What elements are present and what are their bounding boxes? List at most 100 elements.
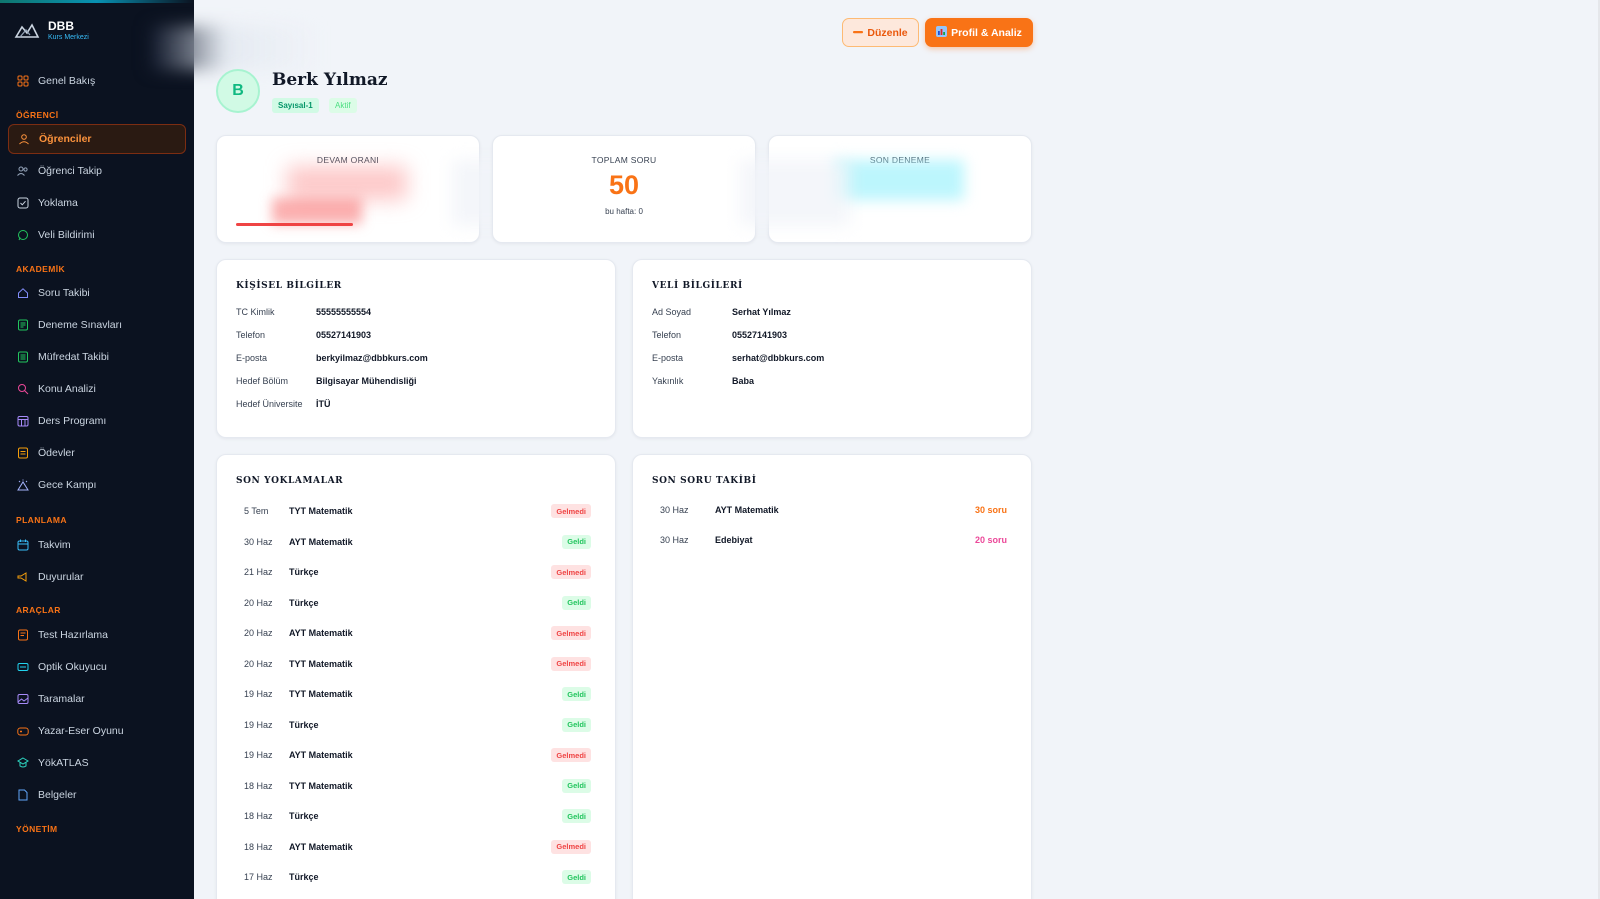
row-date: 18 Haz	[244, 841, 273, 852]
scanner-icon	[17, 661, 29, 673]
stat-value: 50	[608, 170, 640, 200]
row-subject: Türkçe	[289, 567, 319, 577]
row-subject: AYT Matematik	[289, 628, 353, 638]
row-subject: AYT Matematik	[289, 841, 353, 852]
sidebar-item-soru-takibi[interactable]: Soru Takibi	[8, 278, 186, 308]
row-date: 19 Haz	[244, 719, 273, 730]
status-badge: Gelmedi	[551, 839, 591, 854]
attendance-progress	[236, 223, 461, 226]
file-icon	[17, 789, 29, 801]
profile-analysis-button[interactable]: Profil & Analiz	[925, 18, 1033, 47]
sidebar-item-label: Gece Kampı	[38, 479, 97, 491]
row-subject: AYT Matematik	[289, 750, 353, 760]
phone-row: Telefon 05527141903	[236, 330, 371, 340]
field-label: E-posta	[236, 353, 268, 363]
sidebar-item-ogrenciler[interactable]: Öğrenciler	[8, 124, 186, 154]
gamepad-icon	[17, 725, 29, 737]
sidebar-item-label: Soru Takibi	[38, 287, 90, 299]
sidebar-item-label: Veli Bildirimi	[38, 229, 95, 241]
sidebar-item-konu-analizi[interactable]: Konu Analizi	[8, 374, 186, 404]
list-item: 30 Haz AYT Matematik 30 soru	[652, 502, 1007, 518]
stat-subtext: bu hafta: 0	[605, 207, 643, 216]
sidebar-item-yoklama[interactable]: Yoklama	[8, 188, 186, 218]
search-icon	[17, 383, 29, 395]
checkbox-icon	[17, 197, 29, 209]
table-row: 21 Haz Türkçe Gelmedi	[236, 564, 591, 580]
page-title: Berk Yılmaz	[272, 70, 388, 90]
tc-row: TC Kimlik 55555555554	[236, 307, 371, 317]
row-subject: Türkçe	[289, 872, 319, 882]
status-badge: Gelmedi	[551, 504, 591, 518]
row-subject: Türkçe	[289, 597, 319, 608]
sidebar-item-optik-okuyucu[interactable]: Optik Okuyucu	[8, 652, 186, 682]
brand[interactable]: DBB Kurs Merkezi	[14, 20, 89, 41]
table-row: 17 Haz Türkçe Geldi	[236, 869, 591, 885]
parent-info-card: VELİ BİLGİLERİ Ad Soyad Serhat Yılmaz Tel…	[632, 259, 1032, 438]
row-subject: TYT Matematik	[289, 780, 353, 791]
sidebar-item-label: Öğrenciler	[39, 133, 92, 145]
sidebar-item-takvim[interactable]: Takvim	[8, 530, 186, 560]
parent-name-value: Serhat Yılmaz	[732, 307, 791, 317]
blurred-value	[272, 198, 362, 224]
sidebar-item-label: Müfredat Takibi	[38, 351, 110, 363]
sidebar-item-gece-kampi[interactable]: Gece Kampı	[8, 470, 186, 500]
row-subject: AYT Matematik	[715, 505, 779, 515]
blurred-value	[287, 166, 407, 200]
row-subject: TYT Matematik	[289, 689, 353, 699]
row-subject: TYT Matematik	[289, 658, 353, 669]
sidebar-item-label: Konu Analizi	[38, 383, 96, 395]
sidebar-item-ogrenci-takip[interactable]: Öğrenci Takip	[8, 156, 186, 186]
graduation-icon	[17, 757, 29, 769]
field-label: Ad Soyad	[652, 307, 692, 317]
sidebar-item-belgeler[interactable]: Belgeler	[8, 780, 186, 810]
field-label: Telefon	[652, 330, 682, 340]
sidebar-item-label: Belgeler	[38, 789, 77, 801]
row-date: 30 Haz	[660, 505, 689, 515]
stat-card-total-questions: TOPLAM SORU 50 bu hafta: 0	[492, 135, 756, 243]
edit-button-label: Düzenle	[867, 26, 908, 39]
status-badge: Geldi	[562, 687, 591, 701]
sidebar-item-taramalar[interactable]: Taramalar	[8, 684, 186, 714]
sidebar-accent-line	[0, 0, 194, 3]
card-title: SON YOKLAMALAR	[236, 476, 344, 486]
status-badge: Geldi	[562, 534, 591, 549]
question-count: 30 soru	[974, 505, 1007, 515]
sidebar-item-mufredat-takibi[interactable]: Müfredat Takibi	[8, 342, 186, 372]
image-icon	[17, 693, 29, 705]
sidebar: DBB Kurs Merkezi Genel Bakış ÖĞRENCİ Öğr…	[0, 0, 194, 899]
sidebar-item-odevler[interactable]: Ödevler	[8, 438, 186, 468]
field-label: TC Kimlik	[236, 307, 275, 317]
sidebar-item-genel-bakis[interactable]: Genel Bakış	[8, 66, 186, 96]
table-row: 19 Haz Türkçe Geldi	[236, 717, 591, 733]
sidebar-item-ders-programi[interactable]: Ders Programı	[8, 406, 186, 436]
sidebar-item-label: Test Hazırlama	[38, 629, 109, 641]
status-badge: Gelmedi	[551, 748, 591, 762]
sidebar-item-deneme-sinavlari[interactable]: Deneme Sınavları	[8, 310, 186, 340]
question-count: 20 soru	[974, 535, 1007, 545]
parent-phone-row: Telefon 05527141903	[652, 330, 787, 340]
avatar: B	[216, 69, 260, 113]
sidebar-item-yazar-eser[interactable]: Yazar-Eser Oyunu	[8, 716, 186, 746]
users-icon	[17, 165, 29, 177]
email-row: E-posta berkyilmaz@dbbkurs.com	[236, 353, 428, 363]
section-label-yonetim: YÖNETİM	[16, 824, 58, 834]
sidebar-item-label: Ders Programı	[38, 415, 107, 427]
status-badge: Geldi	[562, 870, 591, 884]
row-date: 20 Haz	[244, 658, 273, 669]
field-label: Yakınlık	[652, 376, 684, 386]
group-badge: Sayısal-1	[272, 98, 319, 113]
edit-button[interactable]: Düzenle	[842, 18, 919, 47]
sidebar-item-yokatlas[interactable]: YökATLAS	[8, 748, 186, 778]
sidebar-item-test-hazirlama[interactable]: Test Hazırlama	[8, 620, 186, 650]
grid-icon	[17, 75, 29, 87]
sidebar-item-duyurular[interactable]: Duyurular	[8, 562, 186, 592]
blurred-region	[740, 160, 850, 226]
row-date: 17 Haz	[244, 872, 273, 882]
phone-value: 05527141903	[316, 330, 372, 340]
status-badge: Geldi	[562, 809, 591, 823]
row-subject: TYT Matematik	[289, 506, 353, 516]
sidebar-item-veli-bildirimi[interactable]: Veli Bildirimi	[8, 220, 186, 250]
row-date: 19 Haz	[244, 689, 273, 699]
status-badge: Geldi	[562, 717, 591, 732]
tent-icon	[17, 479, 29, 491]
